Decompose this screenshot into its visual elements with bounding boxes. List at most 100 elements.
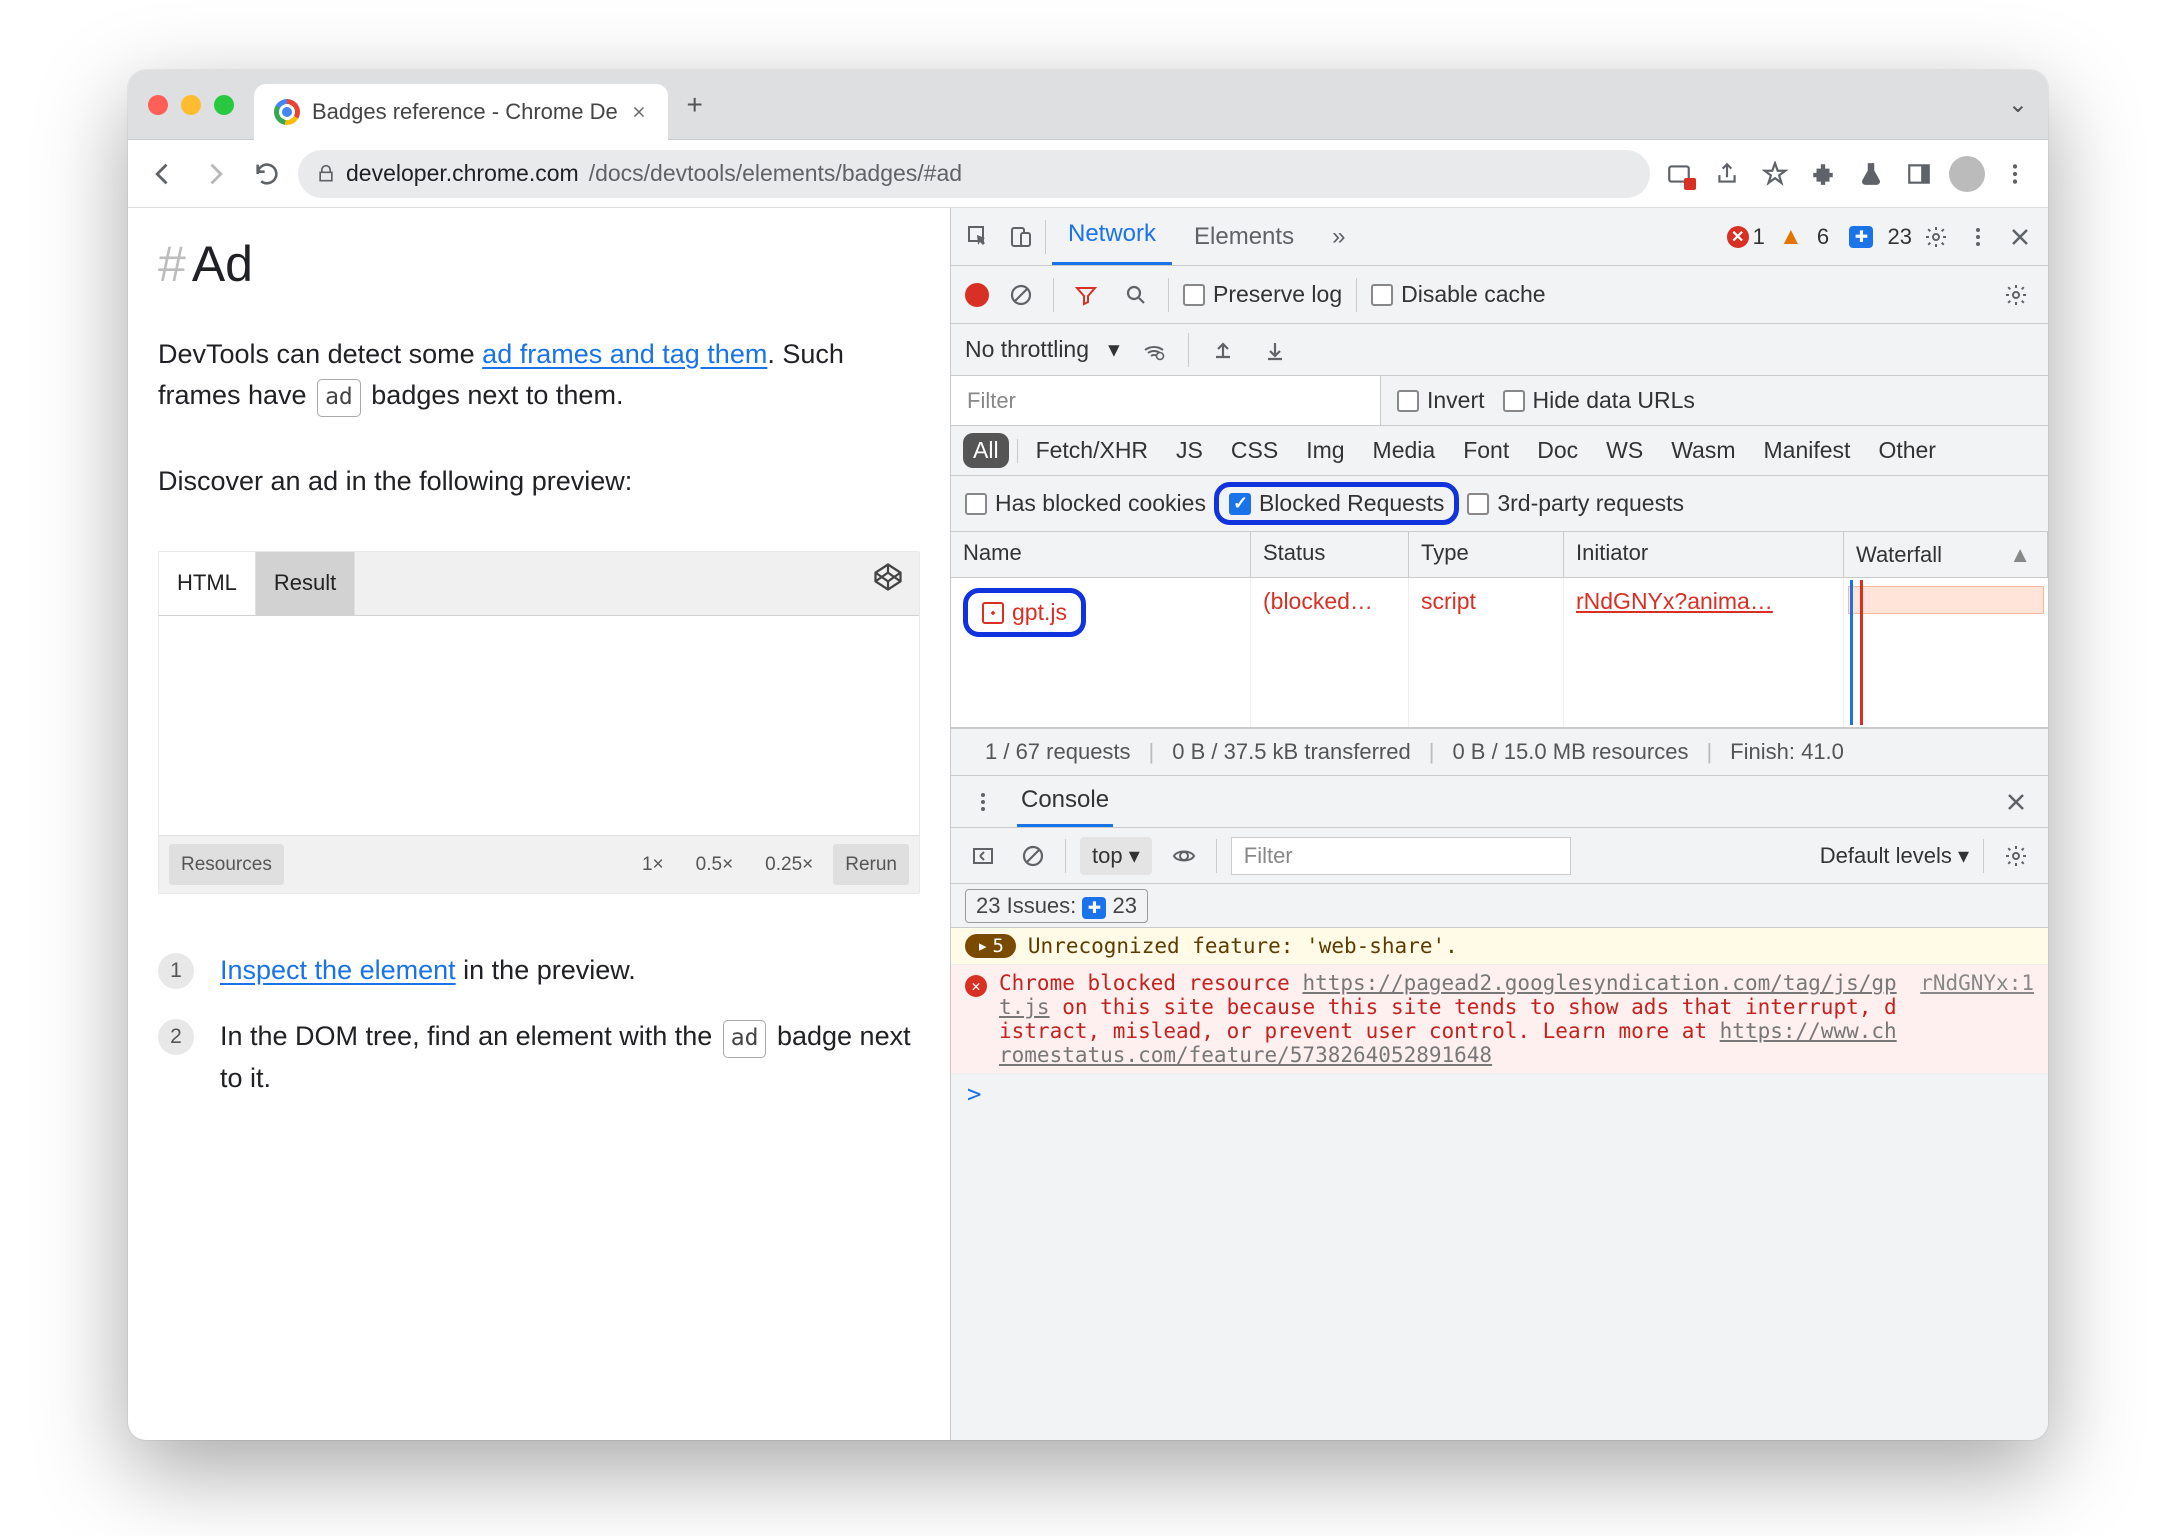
- status-counts[interactable]: ✕1 ▲ 6 ✚ 23: [1727, 223, 1912, 251]
- labs-icon[interactable]: [1852, 155, 1890, 193]
- tab-more-icon[interactable]: »: [1316, 211, 1361, 263]
- tab-network[interactable]: Network: [1052, 208, 1172, 265]
- col-name[interactable]: Name: [951, 532, 1251, 577]
- reload-button[interactable]: [246, 153, 288, 195]
- filter-icon[interactable]: [1068, 277, 1104, 313]
- record-button[interactable]: [965, 283, 989, 307]
- inspect-icon[interactable]: [961, 219, 997, 255]
- throttle-select[interactable]: No throttling ▾: [965, 336, 1120, 363]
- embed-tab-result[interactable]: Result: [256, 552, 355, 614]
- cell-type[interactable]: script: [1409, 578, 1564, 727]
- console-tab[interactable]: Console: [1017, 776, 1113, 827]
- close-devtools-icon[interactable]: [2002, 219, 2038, 255]
- tabs-dropdown-icon[interactable]: ⌄: [2008, 90, 2028, 119]
- col-waterfall[interactable]: Waterfall▲: [1844, 532, 2048, 577]
- blocked-requests-checkbox[interactable]: Blocked Requests: [1214, 482, 1459, 525]
- menu-icon[interactable]: [1996, 155, 2034, 193]
- console-prompt[interactable]: >: [951, 1074, 2048, 1114]
- rerun-button[interactable]: Rerun: [833, 844, 909, 885]
- bookmark-icon[interactable]: [1756, 155, 1794, 193]
- embed-resources-button[interactable]: Resources: [169, 844, 284, 885]
- network-conditions-icon[interactable]: [1136, 332, 1172, 368]
- extensions-icon[interactable]: [1804, 155, 1842, 193]
- clear-icon[interactable]: [1003, 277, 1039, 313]
- console-clear-icon[interactable]: [1015, 838, 1051, 874]
- network-settings-icon[interactable]: [1998, 277, 2034, 313]
- install-icon[interactable]: [1660, 155, 1698, 193]
- h1-anchor[interactable]: #: [158, 226, 186, 304]
- sidepanel-icon[interactable]: [1900, 155, 1938, 193]
- type-manifest[interactable]: Manifest: [1754, 433, 1861, 468]
- ad-frames-link[interactable]: ad frames and tag them: [482, 339, 767, 369]
- type-fetch[interactable]: Fetch/XHR: [1026, 433, 1158, 468]
- address-bar[interactable]: developer.chrome.com/docs/devtools/eleme…: [298, 150, 1650, 198]
- zoom-05x-button[interactable]: 0.5×: [684, 844, 746, 885]
- type-js[interactable]: JS: [1166, 433, 1213, 468]
- network-summary: 1 / 67 requests| 0 B / 37.5 kB transferr…: [951, 728, 2048, 776]
- embed-tab-html[interactable]: HTML: [159, 552, 256, 614]
- zoom-025x-button[interactable]: 0.25×: [753, 844, 825, 885]
- network-table-header: Name Status Type Initiator Waterfall▲: [951, 532, 2048, 578]
- warning-expander[interactable]: ▸ 5: [965, 934, 1016, 958]
- type-other[interactable]: Other: [1868, 433, 1946, 468]
- console-sidebar-icon[interactable]: [965, 838, 1001, 874]
- forward-button[interactable]: [194, 153, 236, 195]
- cell-waterfall[interactable]: [1844, 578, 2048, 727]
- settings-icon[interactable]: [1918, 219, 1954, 255]
- search-icon[interactable]: [1118, 277, 1154, 313]
- cell-initiator[interactable]: rNdGNYx?anima…: [1564, 578, 1844, 727]
- kebab-menu-icon[interactable]: [1960, 219, 1996, 255]
- blocked-cookies-checkbox[interactable]: Has blocked cookies: [965, 490, 1206, 517]
- console-close-icon[interactable]: [1998, 784, 2034, 820]
- live-expression-icon[interactable]: [1166, 838, 1202, 874]
- preserve-log-checkbox[interactable]: Preserve log: [1183, 281, 1342, 308]
- console-filter-input[interactable]: Filter: [1231, 837, 1571, 875]
- inspect-element-link[interactable]: Inspect the element: [220, 955, 456, 985]
- console-settings-icon[interactable]: [1998, 838, 2034, 874]
- type-css[interactable]: CSS: [1221, 433, 1288, 468]
- close-window-button[interactable]: [148, 95, 168, 115]
- console-warning-line[interactable]: ▸ 5 Unrecognized feature: 'web-share'.: [951, 928, 2048, 965]
- type-font[interactable]: Font: [1453, 433, 1519, 468]
- codepen-logo-icon[interactable]: [857, 552, 919, 615]
- filter-input[interactable]: Filter: [951, 376, 1381, 425]
- type-ws[interactable]: WS: [1596, 433, 1653, 468]
- type-img[interactable]: Img: [1296, 433, 1354, 468]
- context-select[interactable]: top ▾: [1080, 837, 1152, 875]
- cell-status[interactable]: (blocked…: [1251, 578, 1409, 727]
- cell-name[interactable]: ⬩ gpt.js: [951, 578, 1251, 727]
- step-2-text: In the DOM tree, find an element with th…: [220, 1016, 920, 1100]
- browser-tab[interactable]: Badges reference - Chrome De: [254, 84, 668, 140]
- hide-data-urls-checkbox[interactable]: Hide data URLs: [1503, 387, 1695, 414]
- error-source-link[interactable]: rNdGNYx:1: [1920, 971, 2034, 1067]
- invert-checkbox[interactable]: Invert: [1397, 387, 1485, 414]
- download-har-icon[interactable]: [1257, 332, 1293, 368]
- network-controls: Preserve log Disable cache: [951, 266, 2048, 324]
- type-wasm[interactable]: Wasm: [1661, 433, 1745, 468]
- back-button[interactable]: [142, 153, 184, 195]
- col-initiator[interactable]: Initiator: [1564, 532, 1844, 577]
- share-icon[interactable]: [1708, 155, 1746, 193]
- minimize-window-button[interactable]: [181, 95, 201, 115]
- maximize-window-button[interactable]: [214, 95, 234, 115]
- type-media[interactable]: Media: [1363, 433, 1446, 468]
- issues-button[interactable]: 23 Issues: ✚ 23: [965, 889, 1148, 923]
- disable-cache-checkbox[interactable]: Disable cache: [1371, 281, 1545, 308]
- upload-har-icon[interactable]: [1205, 332, 1241, 368]
- device-toggle-icon[interactable]: [1003, 219, 1039, 255]
- col-status[interactable]: Status: [1251, 532, 1409, 577]
- type-filter-row: All Fetch/XHR JS CSS Img Media Font Doc …: [951, 426, 2048, 476]
- log-levels-select[interactable]: Default levels ▾: [1820, 843, 1969, 869]
- console-error-line[interactable]: ✕ Chrome blocked resource https://pagead…: [951, 965, 2048, 1074]
- tab-elements[interactable]: Elements: [1178, 211, 1310, 263]
- third-party-checkbox[interactable]: 3rd-party requests: [1467, 490, 1684, 517]
- col-type[interactable]: Type: [1409, 532, 1564, 577]
- profile-avatar[interactable]: [1948, 155, 1986, 193]
- embed-preview[interactable]: [159, 616, 919, 836]
- tab-close-icon[interactable]: [630, 103, 648, 121]
- new-tab-button[interactable]: +: [680, 90, 710, 120]
- console-menu-icon[interactable]: [965, 784, 1001, 820]
- zoom-1x-button[interactable]: 1×: [630, 844, 676, 885]
- type-doc[interactable]: Doc: [1527, 433, 1588, 468]
- type-all[interactable]: All: [963, 433, 1009, 468]
